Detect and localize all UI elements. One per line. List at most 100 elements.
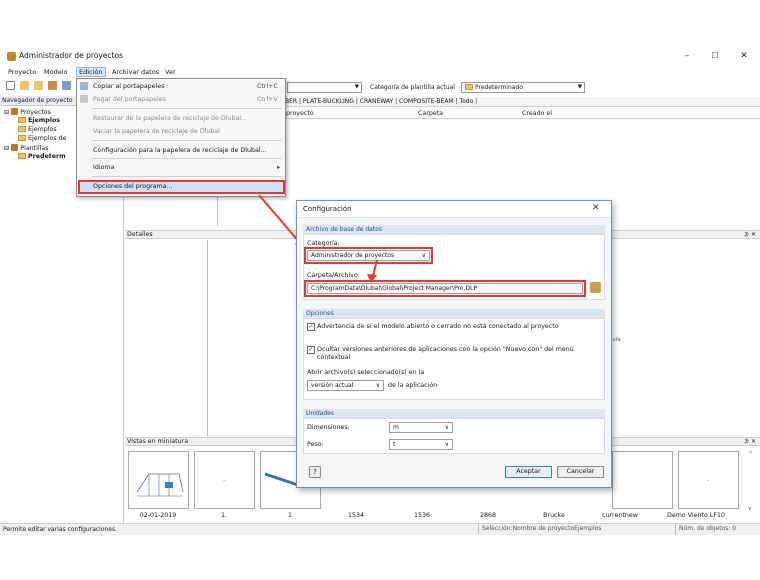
- dialog-title: Configuración: [297, 201, 611, 218]
- thumbnail-label: currentnew: [602, 512, 638, 519]
- checkbox-warning[interactable]: ✓: [307, 323, 315, 331]
- minimize-button[interactable]: –: [676, 49, 698, 63]
- ok-button[interactable]: Aceptar: [505, 466, 552, 478]
- units-group-header: Unidades: [303, 409, 605, 418]
- thumbnail-label: 2868: [479, 512, 497, 519]
- window-title: Administrador de proyectos: [19, 51, 123, 60]
- thumbnail-label: 1: [287, 512, 292, 519]
- folder-icon: [18, 126, 26, 132]
- menu-separator: [92, 140, 282, 141]
- project-icon[interactable]: [48, 81, 57, 90]
- folder-icon: [18, 117, 26, 123]
- close-button[interactable]: ✕: [733, 49, 755, 63]
- template-icon: [11, 144, 19, 151]
- tree-item-ejemplos-2[interactable]: Ejemplos: [18, 126, 57, 134]
- chevron-down-icon: ∨: [444, 441, 449, 448]
- tree-item-predeterminado[interactable]: Predeterm: [18, 153, 66, 161]
- folder-icon: [18, 135, 26, 141]
- category-template-combo[interactable]: Predeterminado ▼: [461, 82, 585, 93]
- project-icon: [11, 108, 19, 115]
- empty-thumb-mark: -: [707, 477, 710, 484]
- chevron-down-icon: ▼: [577, 84, 582, 90]
- thumbnail-item[interactable]: -: [194, 451, 255, 509]
- options-group-header: Opciones: [303, 309, 605, 318]
- version-value: versión actual: [311, 382, 354, 389]
- thumbnails-title: Vistas en miniatura: [127, 438, 189, 445]
- open-with-suffix: de la aplicación: [388, 382, 438, 389]
- scroll-down-icon[interactable]: v: [748, 505, 752, 512]
- weight-value: t: [393, 441, 396, 448]
- paste-icon: [80, 95, 88, 103]
- version-select[interactable]: versión actual ∨: [307, 380, 384, 391]
- dimensions-select[interactable]: m ∨: [389, 422, 453, 433]
- settings-icon[interactable]: [62, 81, 71, 90]
- weight-label: Peso:: [307, 441, 324, 448]
- menu-ver[interactable]: Ver: [165, 68, 176, 76]
- shortcut-paste: Ctrl+V: [257, 96, 278, 103]
- open-folder-icon[interactable]: [20, 81, 29, 90]
- menu-separator: [92, 176, 282, 177]
- menu-item-program-options[interactable]: Opciones del programa...: [93, 182, 173, 191]
- menu-separator: [92, 158, 282, 159]
- chevron-down-icon: ▼: [354, 84, 359, 90]
- pin-close-icon[interactable]: ⊅ ✕: [744, 231, 756, 239]
- menu-modelo[interactable]: Modelo: [44, 68, 68, 76]
- chevron-right-icon: ▸: [277, 164, 281, 171]
- tree-item-ejemplos-de[interactable]: Ejemplos de: [18, 135, 67, 143]
- help-button[interactable]: ?: [309, 466, 321, 478]
- tree-item-ejemplos[interactable]: Ejemplos: [18, 117, 60, 125]
- column-carpeta[interactable]: Carpeta: [418, 109, 443, 119]
- new-icon[interactable]: [6, 81, 15, 90]
- status-selection: Selección:Nombre de proyectoEjemplos: [478, 524, 674, 534]
- menu-item-recycle-settings[interactable]: Configuración para la papelera de recicl…: [93, 146, 267, 155]
- dimensions-value: m: [393, 424, 399, 431]
- menu-proyecto[interactable]: Proyecto: [8, 68, 36, 76]
- thumbnail-item[interactable]: -: [678, 451, 739, 509]
- thumbnail-label: 1536: [413, 512, 431, 519]
- grid-divider: [217, 195, 218, 226]
- menu-item-empty-recycle[interactable]: Vaciar la papelera de reciclaje de Dluba…: [93, 127, 220, 136]
- copy-icon: [80, 82, 88, 90]
- thumbnail-label: 1534: [347, 512, 365, 519]
- empty-thumb-mark: -: [223, 477, 226, 484]
- column-creado-el[interactable]: Creado el: [522, 109, 552, 119]
- shortcut-copy: Ctrl+C: [257, 83, 278, 90]
- checkbox-hide-versions[interactable]: ✓: [307, 346, 315, 354]
- tree-item-proyectos[interactable]: ⊟ Proyectos: [4, 108, 51, 117]
- pin-close-icon[interactable]: ⊅ ✕: [744, 438, 756, 446]
- folder-label: Carpeta/Archivo:: [307, 272, 360, 279]
- folder-icon[interactable]: [34, 81, 43, 90]
- column-proyecto[interactable]: proyecto: [286, 109, 314, 119]
- thumbnail-item[interactable]: [612, 451, 673, 509]
- option-hide-versions-label-2: contextual: [317, 354, 351, 361]
- category-template-label: Categoría de plantilla actual: [370, 84, 455, 91]
- menu-archivar-datos[interactable]: Archivar datos: [112, 68, 159, 76]
- folder-icon: [18, 153, 26, 159]
- scroll-up-icon[interactable]: ^: [748, 451, 753, 458]
- option-hide-versions-label: Ocultar versiones anteriores de aplicaci…: [317, 346, 574, 353]
- chevron-down-icon: ∨: [375, 382, 380, 389]
- filter-combo[interactable]: ▼: [287, 82, 362, 93]
- maximize-button[interactable]: ☐: [704, 49, 726, 63]
- callout-arrow-icon: [367, 259, 378, 283]
- weight-select[interactable]: t ∨: [389, 439, 453, 450]
- thumbnail-label: Brucke: [543, 512, 565, 519]
- db-group-header: Archivo de base de datos: [303, 225, 605, 234]
- browse-folder-icon[interactable]: [590, 282, 601, 293]
- status-object-count: Núm. de objetos: 0: [675, 524, 755, 534]
- thumbnail-item[interactable]: [128, 451, 189, 509]
- menu-item-copy[interactable]: Copiar al portapapeles: [93, 82, 164, 91]
- module-tabs-text[interactable]: BER | PLATE-BUCKLING | CRANEWAY | COMPOS…: [285, 97, 477, 107]
- dialog-close-icon[interactable]: ✕: [592, 203, 600, 213]
- thumbnail-label: Demo Viento LF10: [667, 512, 725, 519]
- menu-item-language[interactable]: Idioma: [93, 163, 114, 172]
- tree-item-plantillas[interactable]: ⊟ Plantillas: [4, 144, 49, 153]
- menu-edicion[interactable]: Edición: [76, 67, 106, 77]
- option-warning-label: Advertencia de si el modelo abierto o ce…: [317, 323, 559, 330]
- menu-item-paste[interactable]: Pegar del portapapeles: [93, 95, 166, 104]
- details-title: Detalles: [127, 231, 153, 238]
- dimensions-label: Dimensiones:: [307, 424, 350, 431]
- chevron-down-icon: ∨: [444, 424, 449, 431]
- cancel-button[interactable]: Cancelar: [557, 466, 604, 478]
- menu-item-restore-recycle[interactable]: Restaurar de la papelera de reciclaje de…: [93, 114, 247, 123]
